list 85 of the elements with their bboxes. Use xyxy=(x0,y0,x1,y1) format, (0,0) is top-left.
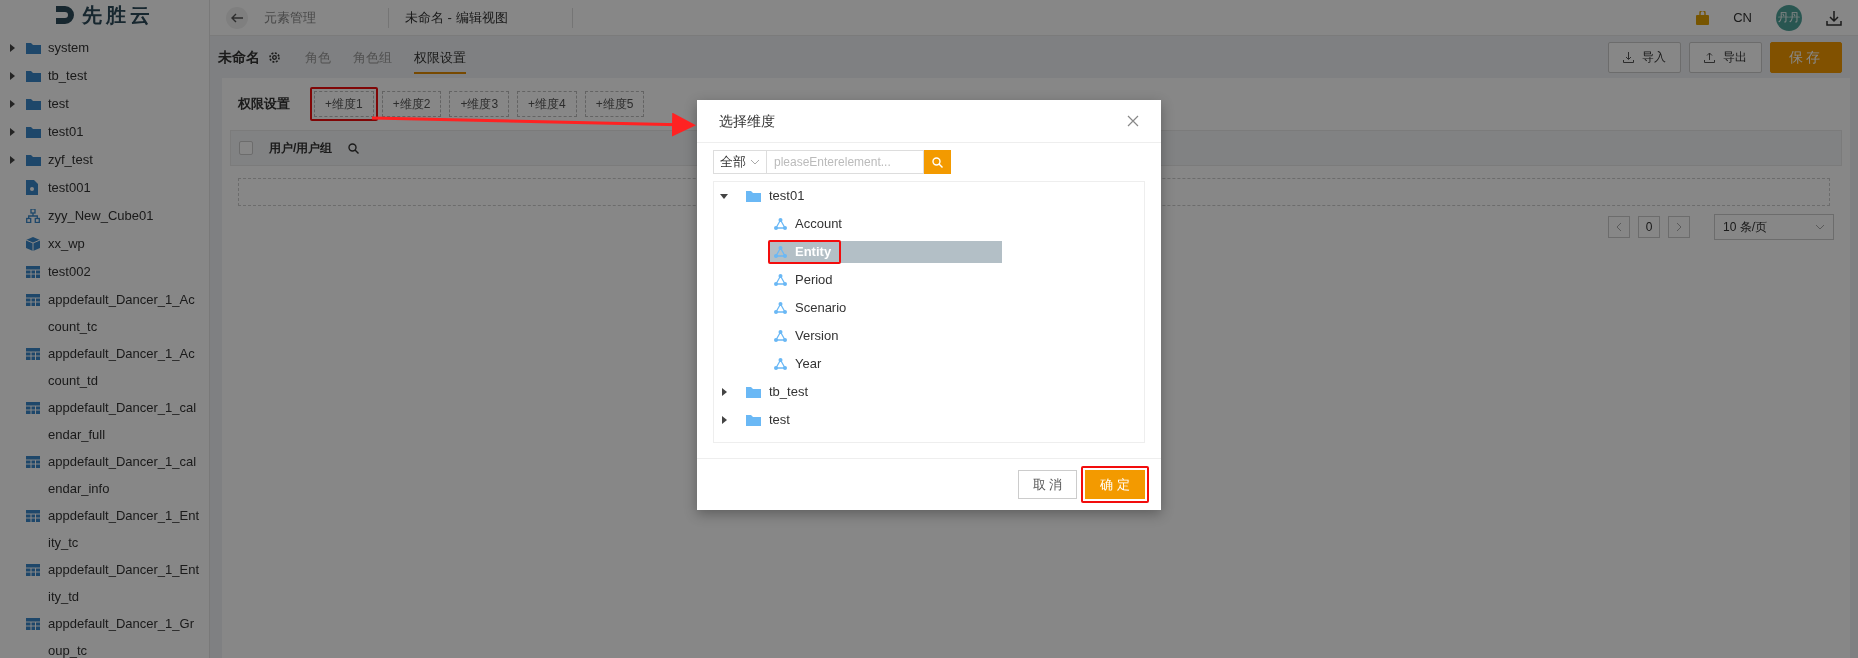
page-title: 未命名 - 编辑视图 xyxy=(405,8,508,27)
tree-node[interactable]: Scenario xyxy=(770,297,1002,319)
close-button[interactable] xyxy=(1127,115,1139,127)
add-dimension-button[interactable]: +维度5 xyxy=(584,91,645,117)
network-icon xyxy=(774,330,787,342)
download-icon xyxy=(1826,9,1842,26)
tree-node[interactable]: Period xyxy=(770,269,1002,291)
back-arrow-icon xyxy=(231,12,243,23)
page-size-select[interactable]: 10 条/页 xyxy=(1714,214,1834,240)
column-header: 用户/用户组 xyxy=(269,140,333,157)
sidebar-item[interactable]: zyy_New_Cube01 xyxy=(48,202,201,229)
network-icon xyxy=(774,302,787,314)
table-icon xyxy=(26,347,40,360)
sidebar-item[interactable]: tb_test xyxy=(48,62,201,89)
bag-icon xyxy=(1696,10,1710,25)
logo-text: 先胜云 xyxy=(81,3,154,28)
add-dimension-button[interactable]: +维度2 xyxy=(381,91,442,117)
sidebar-item[interactable]: test002 xyxy=(48,258,201,285)
chevron-down-icon xyxy=(1815,224,1825,230)
table-icon xyxy=(26,293,40,306)
previous-page-button[interactable] xyxy=(1608,216,1630,238)
folder-icon xyxy=(26,125,41,138)
table-icon xyxy=(26,265,40,278)
close-icon xyxy=(1127,115,1139,127)
folder-icon xyxy=(746,414,761,426)
table-icon xyxy=(26,563,40,576)
chevron-right-icon xyxy=(1676,222,1682,232)
search-field[interactable]: pleaseEnterelement... xyxy=(767,150,924,174)
cancel-button[interactable]: 取 消 xyxy=(1017,469,1078,500)
dialog-title: 选择维度 xyxy=(719,111,775,131)
document-icon xyxy=(26,180,38,195)
folder-icon xyxy=(746,386,761,398)
cube-icon xyxy=(26,236,40,251)
import-button[interactable]: 导入 xyxy=(1608,41,1681,73)
network-icon xyxy=(774,246,787,258)
tree-node[interactable]: Year xyxy=(770,353,1002,375)
search-icon xyxy=(348,142,360,154)
table-icon xyxy=(26,509,40,522)
table-icon xyxy=(26,617,40,630)
hierarchy-icon xyxy=(26,208,40,223)
highlight-frame: Entity xyxy=(768,240,842,264)
chevron-down-icon xyxy=(750,159,760,165)
select-all-checkbox[interactable] xyxy=(239,141,253,155)
chevron-left-icon xyxy=(1616,222,1622,232)
folder-icon xyxy=(26,69,41,82)
network-icon xyxy=(774,274,787,286)
breadcrumb-link[interactable]: 元素管理 xyxy=(264,7,316,28)
section-label: 权限设置 xyxy=(238,95,290,114)
language-label[interactable]: CN xyxy=(1733,7,1752,28)
settings-icon xyxy=(268,50,281,64)
add-dimension-button[interactable]: +维度1 xyxy=(314,91,374,117)
add-dimension-button[interactable]: +维度4 xyxy=(517,91,577,117)
download-icon xyxy=(1623,51,1634,63)
table-icon xyxy=(26,455,40,468)
folder-icon xyxy=(26,153,41,166)
network-icon xyxy=(774,358,787,370)
next-page-button[interactable] xyxy=(1668,216,1690,238)
tree-node[interactable]: tb_test xyxy=(742,381,974,403)
sidebar-item[interactable]: zyf_test xyxy=(48,146,201,173)
view-name: 未命名 xyxy=(218,47,260,67)
export-button[interactable]: 导出 xyxy=(1689,41,1762,73)
network-icon xyxy=(774,218,787,230)
add-dimension-button[interactable]: +维度3 xyxy=(449,91,510,117)
sidebar-item[interactable]: test xyxy=(48,90,201,117)
tab[interactable]: 权限设置 xyxy=(414,40,466,74)
sidebar-item[interactable]: appdefault_Dancer_1_Group_tc xyxy=(48,610,201,658)
logo-icon xyxy=(55,6,74,24)
search-button[interactable] xyxy=(924,150,951,174)
folder-icon xyxy=(26,97,41,110)
tree-node[interactable]: Version xyxy=(770,325,1002,347)
sidebar-item[interactable]: xx_wp xyxy=(48,230,201,257)
table-icon xyxy=(26,401,40,414)
folder-icon xyxy=(746,190,761,202)
sidebar-item[interactable]: test001 xyxy=(48,174,201,201)
upload-icon xyxy=(1704,51,1715,63)
sidebar-item[interactable]: system xyxy=(48,34,201,61)
back-button[interactable] xyxy=(226,6,248,29)
scope-select[interactable]: 全部 xyxy=(713,150,767,174)
sidebar-item[interactable]: test01 xyxy=(48,118,201,145)
tree-node[interactable]: test01 xyxy=(742,185,974,207)
folder-icon xyxy=(26,41,41,54)
search-icon xyxy=(932,156,943,168)
tree-node[interactable]: test xyxy=(742,409,974,431)
tree-node[interactable]: Account xyxy=(770,213,1002,235)
page-number: 0 xyxy=(1638,216,1660,238)
